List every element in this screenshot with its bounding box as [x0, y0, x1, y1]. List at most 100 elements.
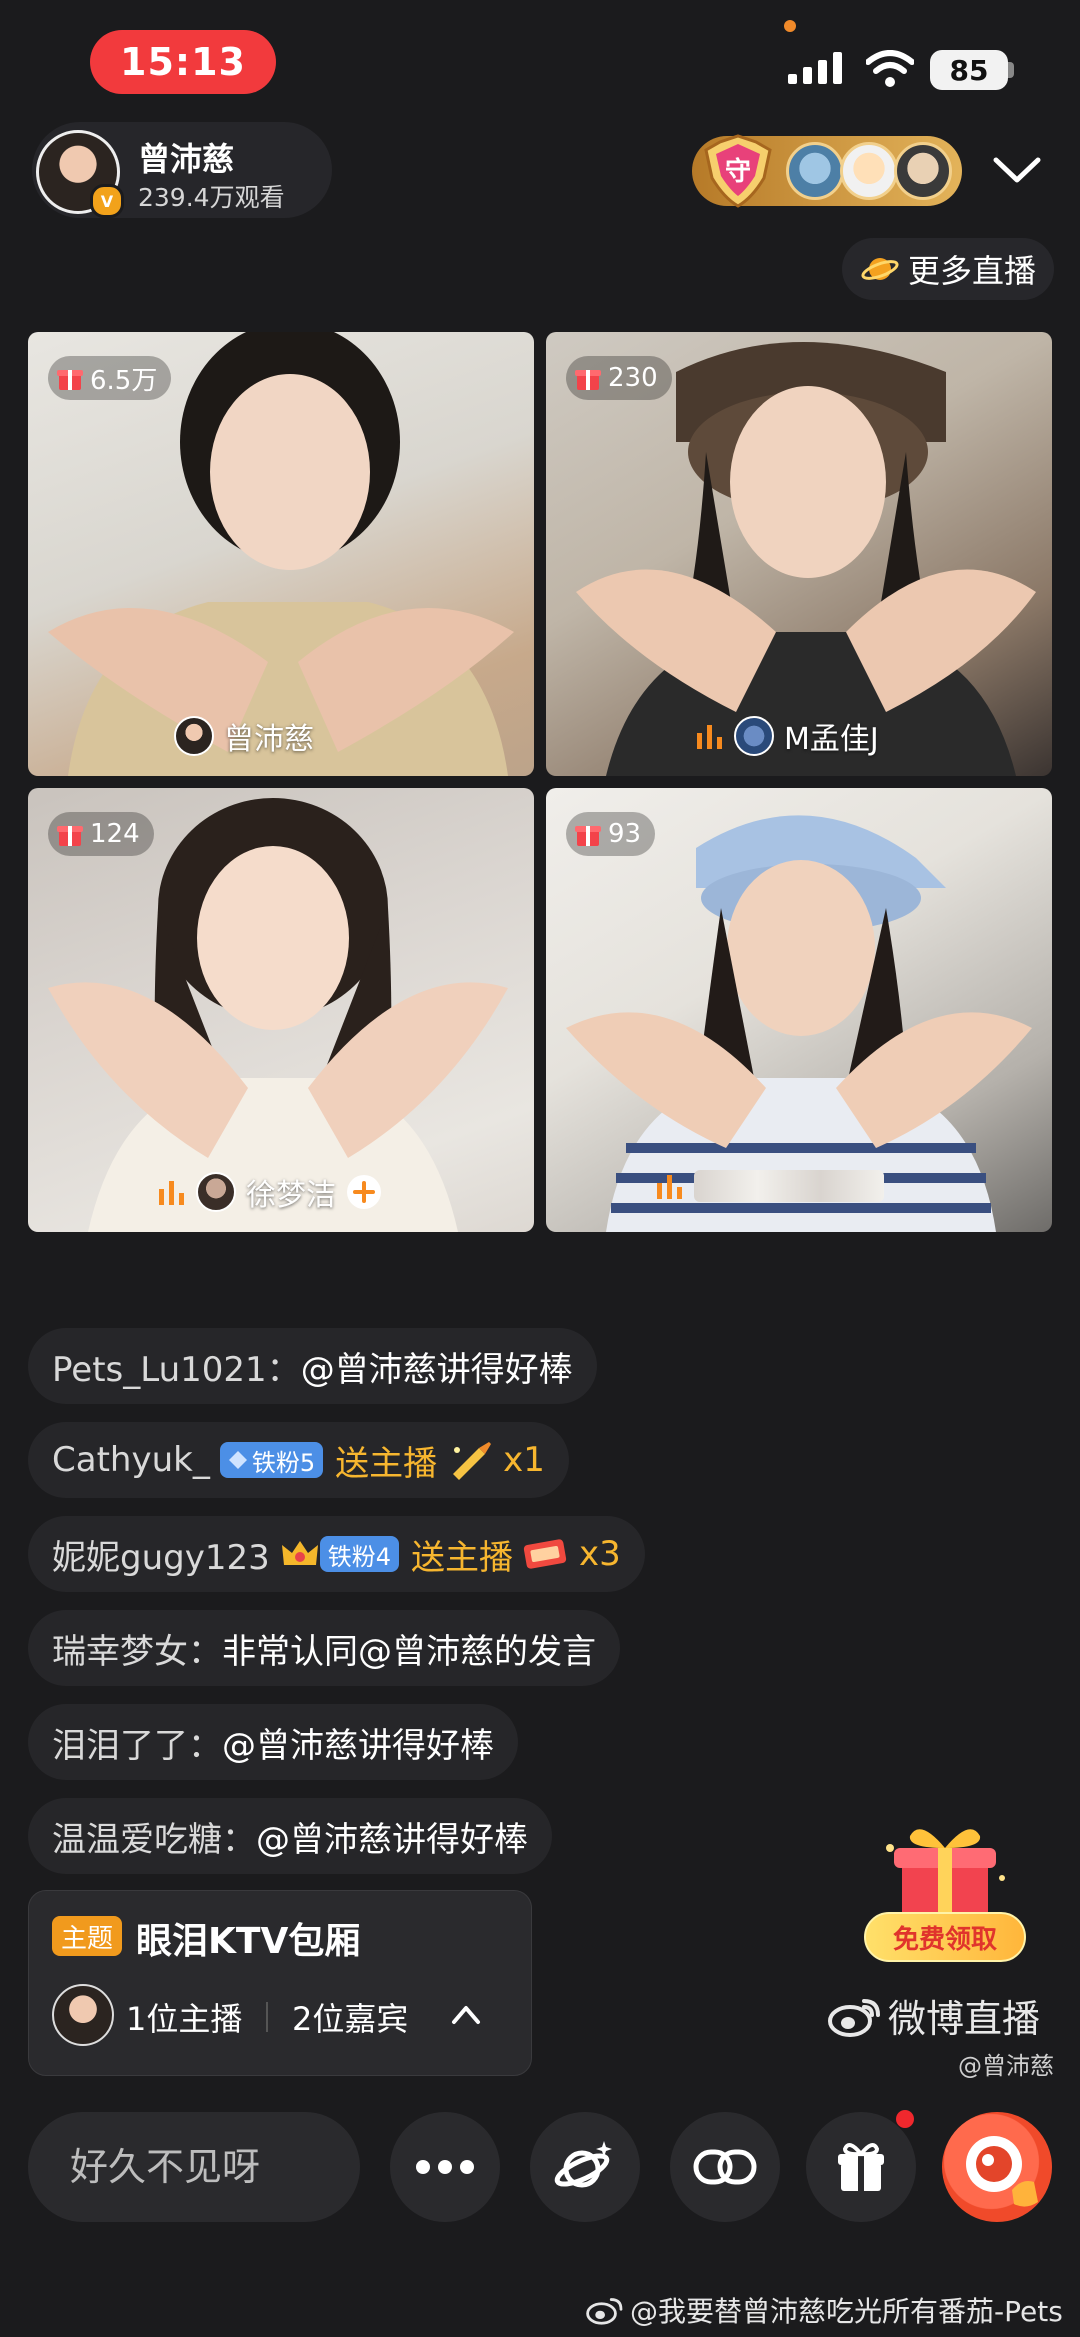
chat-user[interactable]: 温温爱吃糖：	[52, 1812, 256, 1861]
chat-user[interactable]: 妮妮gugy123	[52, 1530, 270, 1579]
fan-level-badge: 铁粉4	[319, 1536, 400, 1572]
planet-sparkle-icon	[554, 2141, 612, 2188]
co-host-link-button[interactable]	[670, 2112, 780, 2222]
more-icon	[416, 2160, 474, 2174]
host-name[interactable]: 曾沛慈	[138, 134, 234, 180]
chat-text: @曾沛慈讲得好棒	[300, 1349, 573, 1390]
chat-user[interactable]: 瑞幸梦女：	[52, 1624, 222, 1673]
chat-message[interactable]: Pets_Lu1021： @曾沛慈讲得好棒	[28, 1328, 597, 1404]
tile-gift-count: 230	[566, 356, 672, 400]
chat-user[interactable]: Cathyuk_	[52, 1440, 210, 1480]
status-time: 15:13	[90, 30, 276, 94]
gift-ticket-icon	[523, 1539, 567, 1569]
weibo-live-brand: 微博直播	[828, 1988, 1040, 2043]
plus-icon[interactable]	[346, 1174, 382, 1210]
brand-name: 微博直播	[888, 1997, 1041, 2041]
tile-name: M孟佳J	[784, 722, 879, 757]
watermark-text: @我要替曾沛慈吃光所有番茄-Pets	[630, 2295, 1063, 2328]
chevron-down-icon[interactable]	[990, 150, 1044, 190]
tile-gift-count: 124	[48, 812, 154, 856]
video-tile-1[interactable]: 6.5万 曾沛慈	[28, 332, 534, 776]
topic-tag: 主题	[52, 1916, 122, 1956]
gift-action-text: 送主播	[335, 1443, 438, 1484]
verified-icon: V	[90, 184, 124, 218]
tile-name: 徐梦洁	[246, 1178, 336, 1213]
tile-name: 曾沛慈	[224, 722, 314, 757]
gift-icon	[575, 826, 601, 846]
chat-user[interactable]: Pets_Lu1021：	[52, 1342, 301, 1391]
video-tile-2[interactable]: 230 M孟佳J	[546, 332, 1052, 776]
gift-icon	[57, 370, 83, 390]
tile-name-censored	[694, 1170, 884, 1202]
gift-button[interactable]	[806, 2112, 916, 2222]
fan-level-text: 铁粉4	[327, 1542, 392, 1571]
weibo-logo-icon	[828, 1998, 880, 2037]
topic-title: 眼泪KTV包厢	[136, 1921, 361, 1962]
battery-icon: 85	[930, 50, 1008, 90]
more-live-label: 更多直播	[908, 252, 1037, 290]
topic-guest-count: 2位嘉宾	[292, 2000, 409, 2038]
gift-count-text: x1	[503, 1440, 545, 1480]
voice-bars-icon	[697, 725, 722, 749]
fan-level-badge: 铁粉5	[219, 1442, 324, 1478]
battery-tip	[1008, 62, 1014, 78]
tile-name-tag: 曾沛慈	[174, 714, 314, 758]
watermark: @我要替曾沛慈吃光所有番茄-Pets	[586, 2290, 1063, 2330]
gift-item-icon	[453, 1442, 492, 1480]
planet-icon	[861, 258, 899, 280]
divider	[266, 2002, 268, 2032]
more-live-button[interactable]: 更多直播	[842, 238, 1054, 300]
wifi-icon	[866, 50, 914, 87]
gift-icon	[575, 370, 601, 390]
chat-gift-message[interactable]: Cathyuk_ 铁粉5 送主播 x1	[28, 1422, 569, 1498]
chat-message[interactable]: 瑞幸梦女： 非常认同@曾沛慈的发言	[28, 1610, 620, 1686]
top-fan-avatar-1[interactable]	[786, 142, 844, 200]
chat-text: @曾沛慈讲得好棒	[256, 1819, 528, 1860]
chat-message[interactable]: 泪泪了了： @曾沛慈讲得好棒	[28, 1704, 518, 1780]
gift-icon	[838, 2143, 884, 2191]
gift-count-text: x3	[579, 1534, 621, 1574]
tile-name-tag: 徐梦洁	[158, 1170, 382, 1214]
more-button[interactable]	[390, 2112, 500, 2222]
top-fan-avatar-2[interactable]	[840, 142, 898, 200]
tile-gift-count-value: 6.5万	[90, 365, 158, 396]
crown-icon	[281, 1541, 318, 1565]
avatar	[174, 716, 214, 756]
gift-action-text: 送主播	[411, 1537, 514, 1578]
chevron-up-icon[interactable]	[448, 2000, 484, 2028]
chat-user[interactable]: 泪泪了了：	[52, 1718, 222, 1767]
gift-icon	[57, 826, 83, 846]
privacy-indicator-dot	[784, 20, 796, 32]
chat-gift-message[interactable]: 妮妮gugy123 铁粉4 送主播 x3	[28, 1516, 645, 1592]
mascot-icon	[966, 2136, 1038, 2207]
top-fan-avatar-3[interactable]	[894, 142, 952, 200]
diamond-icon	[228, 1451, 247, 1469]
comment-input[interactable]	[28, 2112, 360, 2222]
weibo-logo-icon	[586, 2298, 623, 2325]
topic-host-count: 1位主播	[126, 2000, 243, 2038]
free-claim-button[interactable]: 免费领取	[864, 1912, 1026, 1962]
chat-text: 非常认同@曾沛慈的发言	[222, 1631, 596, 1672]
avatar	[196, 1172, 236, 1212]
signal-icon	[788, 52, 842, 84]
mascot-button[interactable]	[942, 2112, 1052, 2222]
fan-level-text: 铁粉5	[251, 1448, 316, 1477]
chat-message[interactable]: 温温爱吃糖： @曾沛慈讲得好棒	[28, 1798, 552, 1874]
tile-gift-count-value: 230	[608, 363, 658, 393]
interaction-button[interactable]	[530, 2112, 640, 2222]
tile-name-tag: M孟佳J	[696, 714, 879, 758]
tile-gift-count-value: 93	[608, 819, 642, 849]
guard-label: 守	[725, 156, 751, 187]
view-count: 239.4万观看	[138, 183, 285, 212]
guard-shield-icon: 守	[704, 134, 772, 208]
tile-name-tag	[656, 1170, 894, 1202]
chat-text: @曾沛慈讲得好棒	[222, 1725, 494, 1766]
video-tile-3[interactable]: 124 徐梦洁	[28, 788, 534, 1232]
voice-bars-icon	[657, 1175, 682, 1199]
video-tile-4[interactable]: 93	[546, 788, 1052, 1232]
brand-handle: @曾沛慈	[958, 2052, 1054, 2080]
link-icon	[693, 2149, 757, 2185]
avatar	[52, 1984, 114, 2046]
notification-dot	[896, 2110, 914, 2128]
tile-gift-count: 6.5万	[48, 356, 172, 400]
